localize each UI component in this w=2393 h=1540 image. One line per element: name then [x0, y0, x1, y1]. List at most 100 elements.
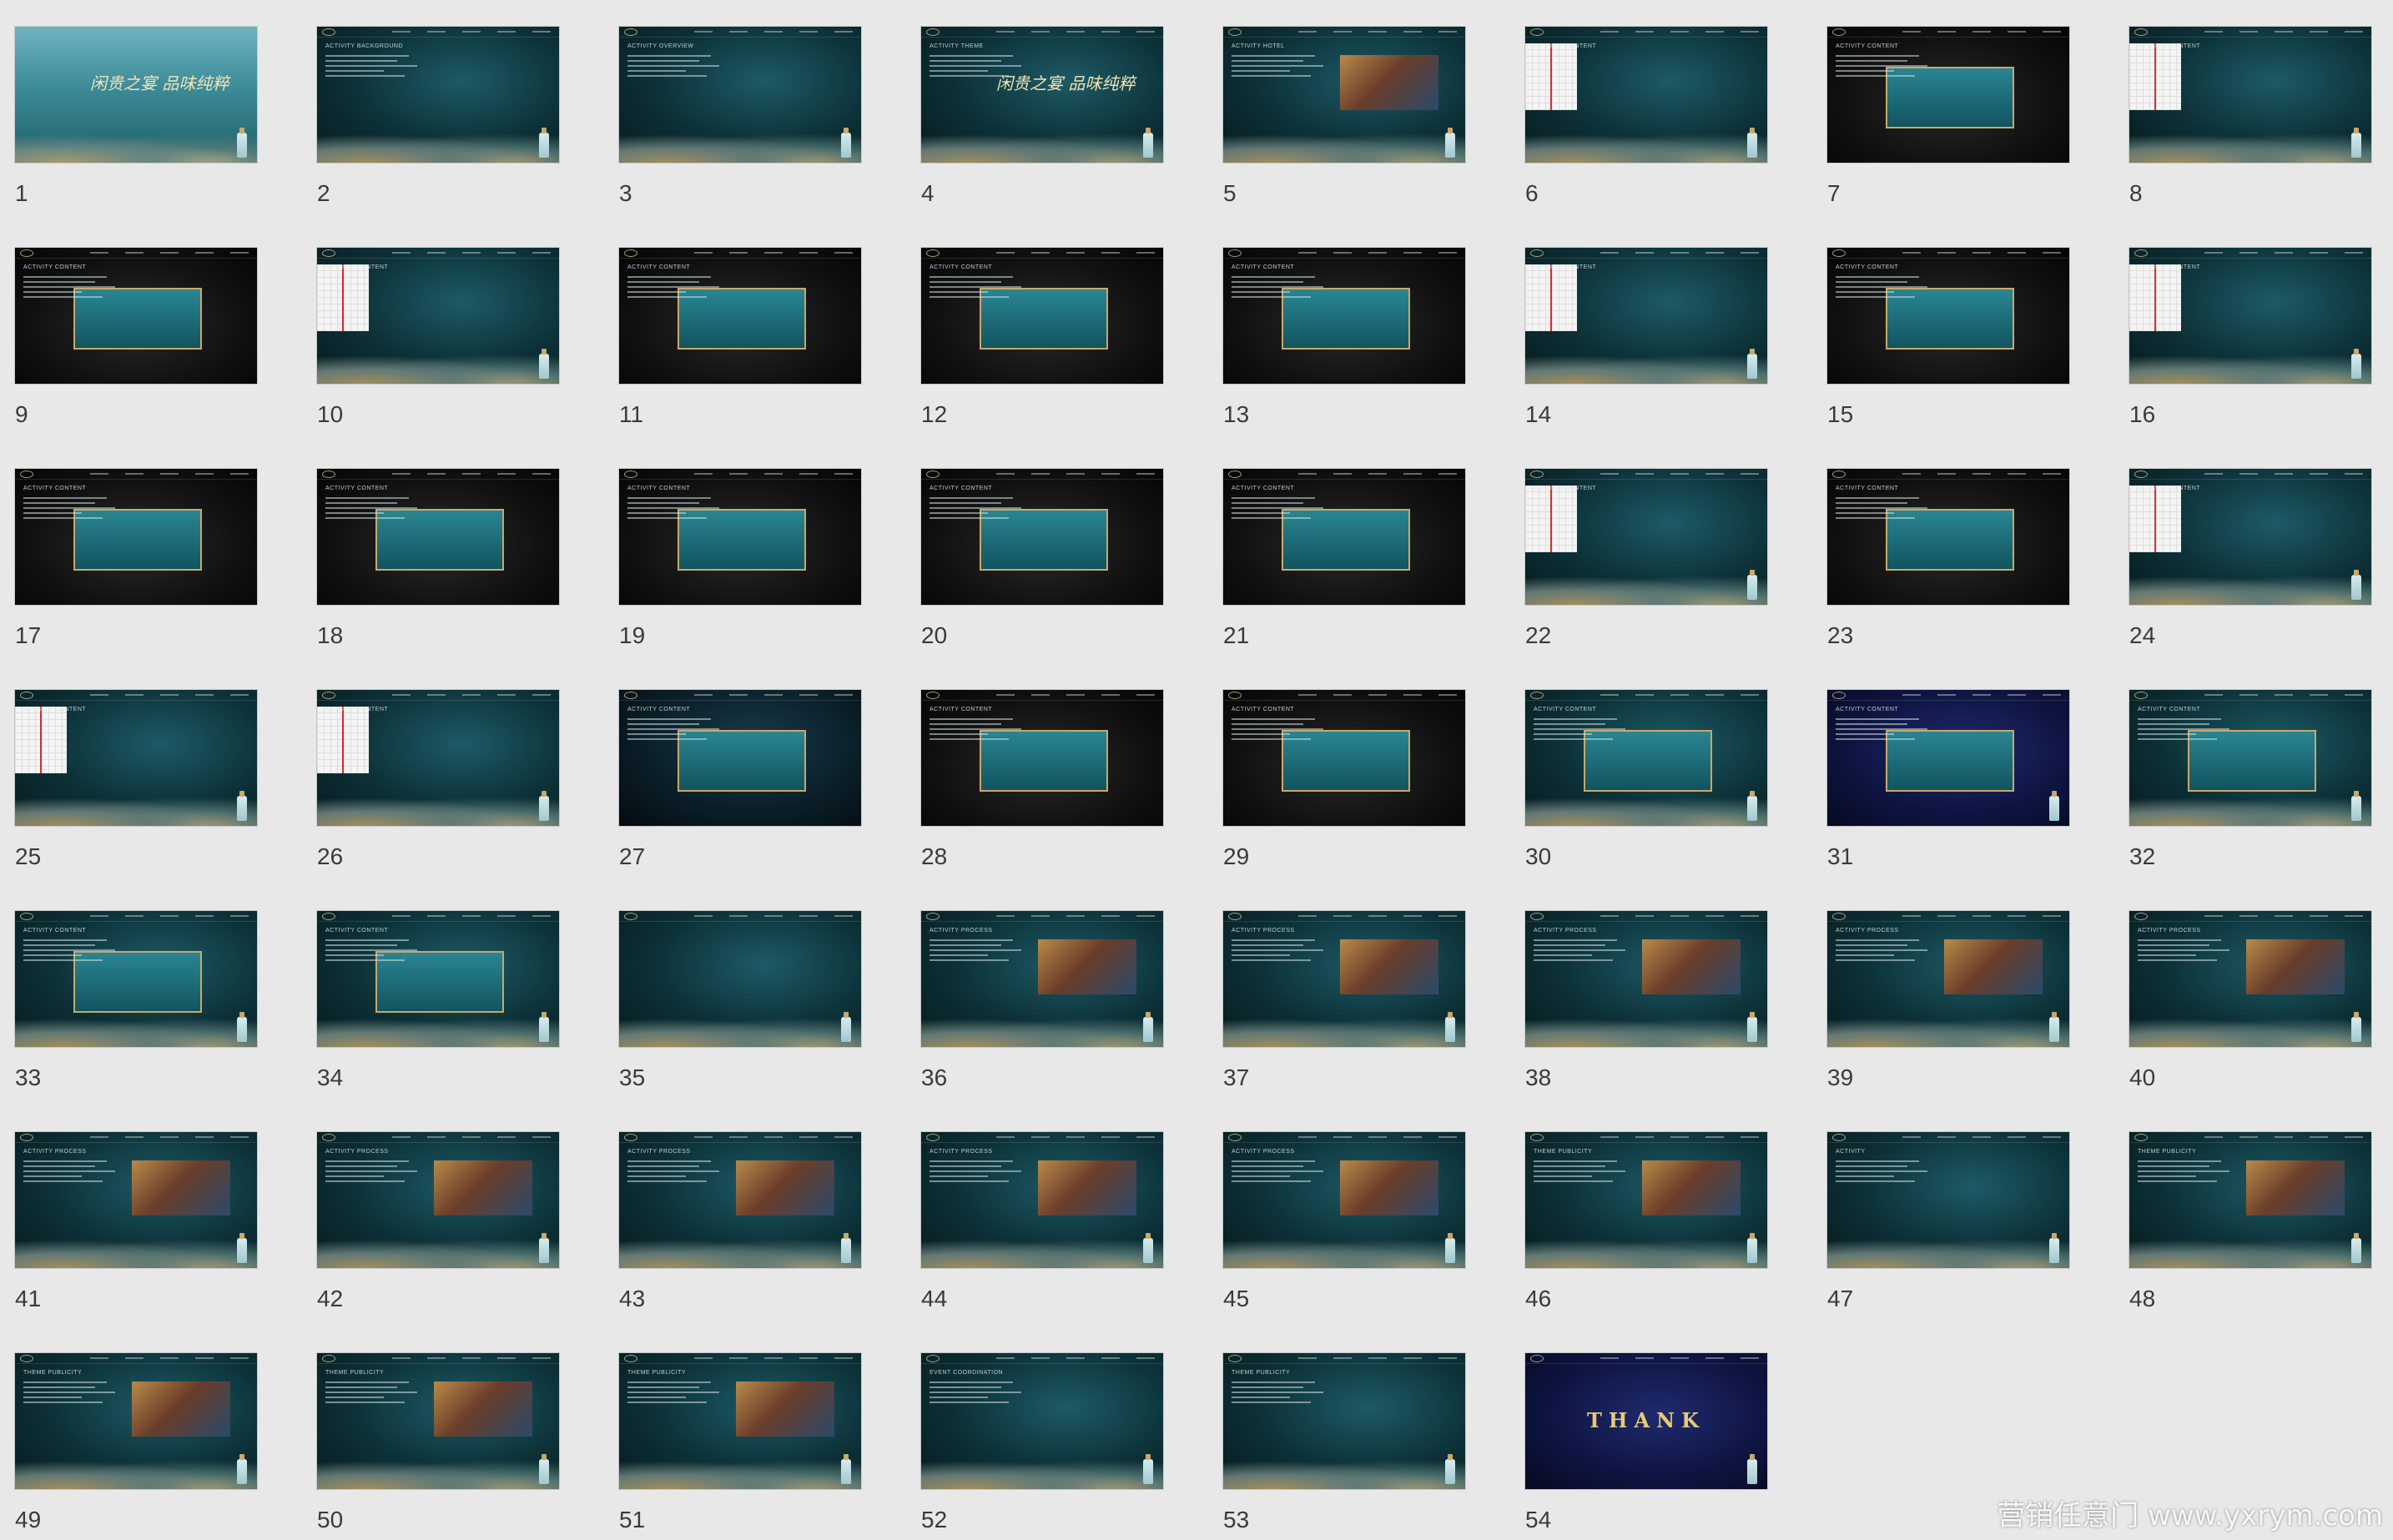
slide-thumbnail[interactable]: ACTIVITY CONTENT	[1525, 27, 1767, 163]
slide-cell: ACTIVITY PROCESS 38	[1525, 911, 1767, 1099]
slide-nav-bar	[1223, 690, 1465, 701]
slide-number: 33	[15, 1064, 42, 1090]
slide-body-text	[1232, 276, 1332, 301]
nav-tab-mark	[1368, 694, 1387, 696]
slide-nav-bar	[1525, 469, 1767, 480]
slide-section-title: ACTIVITY CONTENT	[1232, 264, 1295, 270]
slide-thumbnail[interactable]: ACTIVITY CONTENT	[1223, 690, 1465, 826]
slide-thumbnail[interactable]: THEME PUBLICITY	[15, 1353, 257, 1489]
slide-thumbnail[interactable]: THEME PUBLICITY	[1525, 1132, 1767, 1268]
slide-thumbnail[interactable]: THEME PUBLICITY	[619, 1353, 861, 1489]
slide-section-title: ACTIVITY PROCESS	[1232, 928, 1295, 934]
bottle-icon	[539, 128, 549, 158]
brand-logo-icon	[322, 692, 335, 699]
brand-logo-icon	[624, 249, 637, 257]
slide-nav-bar	[1827, 1132, 2069, 1143]
slide-thumbnail[interactable]: ACTIVITY PROCESS	[1525, 911, 1767, 1047]
slide-cell: ACTIVITY CONTENT 12	[921, 248, 1163, 435]
slide-thumbnail[interactable]: ACTIVITY PROCESS	[1223, 911, 1465, 1047]
slide-thumbnail[interactable]: ACTIVITY OVERVIEW	[619, 27, 861, 163]
nav-tab-mark	[694, 1136, 713, 1138]
nav-tab-mark	[1368, 473, 1387, 475]
slide-body-text	[23, 276, 123, 301]
brand-logo-icon	[1228, 692, 1242, 699]
slide-thumbnail[interactable]: ACTIVITY CONTENT	[1827, 248, 2069, 384]
slide-thumbnail[interactable]: ACTIVITY CONTENT	[15, 248, 257, 384]
slide-thumbnail[interactable]: ACTIVITY PROCESS	[15, 1132, 257, 1268]
nav-tab-mark	[2310, 31, 2328, 33]
slide-thumbnail[interactable]	[619, 911, 861, 1047]
slide-thumbnail[interactable]: ACTIVITY CONTENT	[921, 469, 1163, 605]
nav-tab-mark	[694, 1357, 713, 1359]
slide-section-title: ACTIVITY THEME	[929, 43, 984, 49]
slide-number: 28	[921, 843, 948, 869]
nav-tab-mark	[392, 252, 411, 254]
slide-body-text	[325, 55, 426, 80]
nav-tab-mark	[1635, 1136, 1654, 1138]
slide-thumbnail[interactable]: ACTIVITY PROCESS	[619, 1132, 861, 1268]
slide-thumbnail[interactable]: ACTIVITY CONTENT	[15, 911, 257, 1047]
slide-thumbnail[interactable]: ACTIVITY PROCESS	[317, 1132, 559, 1268]
slide-thumbnail[interactable]: ACTIVITY CONTENT	[1827, 469, 2069, 605]
slide-thumbnail[interactable]: ACTIVITY CONTENT	[1525, 248, 1767, 384]
slide-thumbnail[interactable]: ACTIVITY CONTENT	[1525, 469, 1767, 605]
slide-thumbnail[interactable]: ACTIVITY CONTENT	[2129, 27, 2371, 163]
slide-thumbnail[interactable]: ACTIVITY CONTENT	[1223, 469, 1465, 605]
slide-number: 40	[2129, 1064, 2156, 1090]
slide-thumbnail[interactable]: THANK	[1525, 1353, 1767, 1489]
slide-thumbnail[interactable]: ACTIVITY PROCESS	[921, 911, 1163, 1047]
slide-thumbnail[interactable]: ACTIVITY CONTENT	[921, 690, 1163, 826]
slide-thumbnail[interactable]: ACTIVITY CONTENT	[317, 911, 559, 1047]
event-photo	[736, 1160, 834, 1215]
nav-tab-mark	[1937, 694, 1956, 696]
slide-number: 24	[2129, 622, 2156, 648]
nav-tab-mark	[1333, 1136, 1352, 1138]
slide-cell: ACTIVITY CONTENT 25	[15, 690, 257, 878]
event-photo	[2246, 939, 2345, 994]
slide-thumbnail[interactable]: ACTIVITY CONTENT	[1525, 690, 1767, 826]
bottle-icon	[1747, 570, 1757, 600]
slide-thumbnail[interactable]: ACTIVITY CONTENT	[15, 469, 257, 605]
slide-thumbnail[interactable]: THEME PUBLICITY	[2129, 1132, 2371, 1268]
slide-thumbnail[interactable]: ACTIVITY CONTENT	[619, 469, 861, 605]
slide-thumbnail[interactable]: ACTIVITY CONTENT	[317, 248, 559, 384]
slide-thumbnail[interactable]: ACTIVITY CONTENT	[15, 690, 257, 826]
nav-tab-mark	[90, 694, 108, 696]
slide-thumbnail[interactable]: ACTIVITY PROCESS	[1827, 911, 2069, 1047]
slide-thumbnail[interactable]: ACTIVITY CONTENT	[921, 248, 1163, 384]
slide-body-text	[1534, 1160, 1634, 1185]
slide-thumbnail[interactable]: 闲贵之宴 品味纯粹	[15, 27, 257, 163]
slide-thumbnail[interactable]: ACTIVITY CONTENT	[2129, 469, 2371, 605]
slide-thumbnail[interactable]: ACTIVITY CONTENT	[2129, 248, 2371, 384]
slide-thumbnail[interactable]: ACTIVITY	[1827, 1132, 2069, 1268]
slide-thumbnail[interactable]: ACTIVITY CONTENT	[1223, 248, 1465, 384]
nav-tab-mark	[532, 252, 551, 254]
slide-thumbnail[interactable]: ACTIVITY CONTENT	[1827, 690, 2069, 826]
slide-number: 13	[1223, 401, 1250, 427]
slide-cell: ACTIVITY CONTENT 10	[317, 248, 559, 435]
slide-thumbnail[interactable]: ACTIVITY PROCESS	[2129, 911, 2371, 1047]
slide-cell: ACTIVITY CONTENT 13	[1223, 248, 1465, 435]
slide-thumbnail[interactable]: ACTIVITY CONTENT	[317, 469, 559, 605]
slide-thumbnail[interactable]: ACTIVITY PROCESS	[921, 1132, 1163, 1268]
slide-thumbnail[interactable]: ACTIVITY CONTENT	[619, 248, 861, 384]
slide-thumbnail[interactable]: EVENT COORDINATION	[921, 1353, 1163, 1489]
nav-tab-mark	[799, 1136, 818, 1138]
bottle-icon	[1143, 128, 1153, 158]
slide-thumbnail[interactable]: ACTIVITY CONTENT	[2129, 690, 2371, 826]
slide-thumbnail[interactable]: ACTIVITY CONTENT	[1827, 27, 2069, 163]
mountain-decoration	[1525, 1235, 1767, 1268]
nav-tab-mark	[1937, 31, 1956, 33]
slide-thumbnail[interactable]: ACTIVITY CONTENT	[619, 690, 861, 826]
slide-thumbnail[interactable]: ACTIVITY HOTEL	[1223, 27, 1465, 163]
slide-thumbnail[interactable]: ACTIVITY THEME 闲贵之宴 品味纯粹	[921, 27, 1163, 163]
nav-tab-mark	[799, 694, 818, 696]
slide-thumbnail[interactable]: THEME PUBLICITY	[1223, 1353, 1465, 1489]
slide-thumbnail[interactable]: ACTIVITY CONTENT	[317, 690, 559, 826]
slide-thumbnail[interactable]: ACTIVITY BACKGROUND	[317, 27, 559, 163]
nav-tab-mark	[1705, 694, 1724, 696]
brand-logo-icon	[1228, 28, 1242, 36]
slide-thumbnail[interactable]: THEME PUBLICITY	[317, 1353, 559, 1489]
slide-thumbnail[interactable]: ACTIVITY PROCESS	[1223, 1132, 1465, 1268]
nav-tab-mark	[2239, 694, 2258, 696]
